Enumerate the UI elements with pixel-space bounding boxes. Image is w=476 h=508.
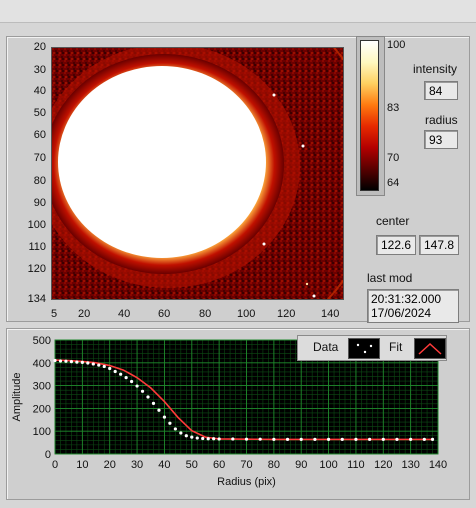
legend-fit-label: Fit (389, 340, 403, 354)
image-y-tick: 20 (33, 41, 46, 53)
intensity-image[interactable] (0, 0, 402, 387)
image-y-tick: 50 (33, 107, 46, 119)
center-x-indicator: 122.6 (376, 235, 416, 255)
legend-fit-swatch[interactable] (414, 338, 446, 359)
last-mod-date: 17/06/2024 (371, 306, 432, 320)
intensity-label: intensity (413, 62, 458, 76)
image-y-tick: 30 (33, 64, 46, 76)
window-top-strip (0, 0, 476, 23)
legend-fit-line-icon (418, 342, 442, 355)
colorbar-tick: 100 (387, 39, 406, 51)
image-x-tick: 140 (321, 308, 340, 320)
hot-pixel (305, 282, 309, 286)
image-y-tick: 70 (33, 152, 46, 164)
image-x-tick: 60 (158, 308, 171, 320)
intensity-indicator: 84 (424, 81, 458, 100)
legend-data-label: Data (313, 340, 339, 354)
image-x-tick: 20 (78, 308, 91, 320)
hot-pixel (301, 144, 305, 148)
center-label: center (376, 214, 410, 228)
last-mod-indicator: 20:31:32.000 17/06/2024 (367, 289, 459, 323)
radius-indicator: 93 (424, 130, 458, 149)
image-y-tick: 90 (33, 197, 46, 209)
image-x-tick: 100 (237, 308, 256, 320)
image-y-tick: 110 (28, 241, 46, 253)
image-x-tick: 40 (118, 308, 131, 320)
legend-data-swatch[interactable] (348, 338, 380, 359)
hot-pixel (262, 242, 266, 246)
center-y-indicator: 147.8 (419, 235, 459, 255)
image-y-tick: 80 (33, 175, 46, 187)
intensity-image-canvas (0, 0, 402, 387)
image-y-tick: 134 (27, 293, 46, 305)
hot-pixel (272, 93, 276, 97)
last-mod-time: 20:31:32.000 (371, 292, 442, 306)
image-x-tick: 80 (199, 308, 212, 320)
colorbar[interactable] (360, 40, 379, 191)
image-y-tick: 60 (33, 129, 46, 141)
colorbar-tick: 83 (387, 102, 400, 114)
colorbar-tick: 70 (387, 152, 400, 164)
image-x-tick: 5 (51, 308, 58, 320)
colorbar-tick: 64 (387, 177, 400, 189)
image-y-tick: 40 (33, 85, 46, 97)
radius-label: radius (425, 113, 458, 127)
image-x-tick: 120 (277, 308, 296, 320)
last-mod-label: last mod (367, 271, 413, 285)
image-y-tick: 100 (27, 219, 46, 231)
hot-pixel (312, 294, 316, 298)
legend-data-points-icon (356, 343, 373, 354)
image-y-tick: 120 (27, 263, 46, 275)
